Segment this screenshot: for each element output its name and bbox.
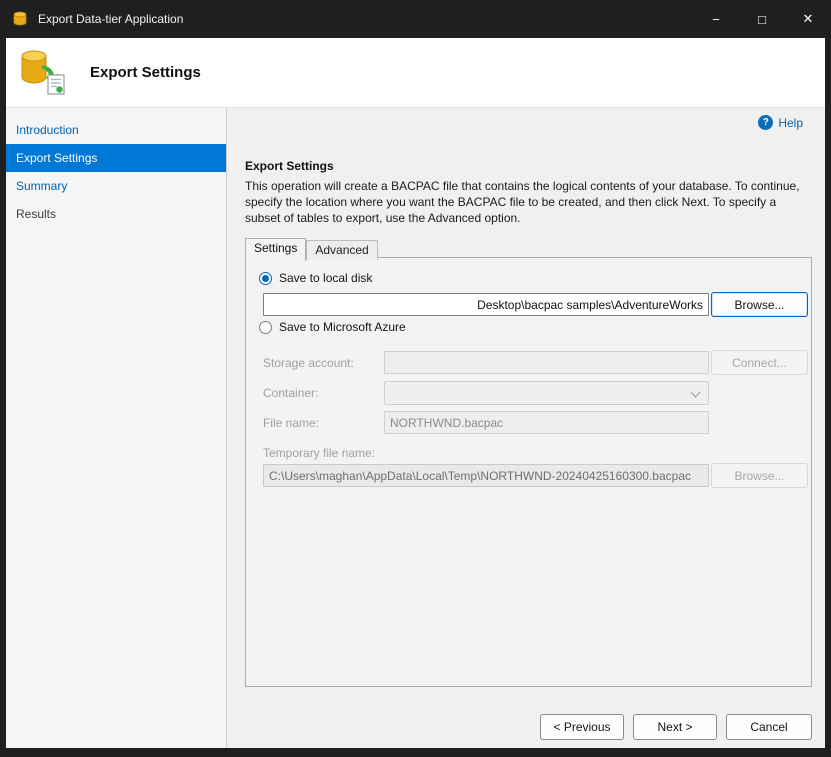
save-local-disk-radio[interactable]: Save to local disk bbox=[259, 271, 372, 285]
save-azure-radio[interactable]: Save to Microsoft Azure bbox=[259, 320, 406, 334]
sidebar-item-summary[interactable]: Summary bbox=[6, 172, 226, 200]
titlebar: Export Data-tier Application − □ ✕ bbox=[0, 0, 831, 38]
sidebar-item-introduction[interactable]: Introduction bbox=[6, 116, 226, 144]
storage-account-input[interactable] bbox=[384, 351, 709, 374]
file-name-input[interactable] bbox=[384, 411, 709, 434]
settings-tab-panel: Save to local disk Browse... Save to Mic… bbox=[245, 257, 812, 687]
help-label: Help bbox=[778, 116, 803, 130]
tab-advanced[interactable]: Advanced bbox=[306, 240, 377, 260]
connect-button[interactable]: Connect... bbox=[711, 350, 808, 375]
wizard-steps-sidebar: Introduction Export Settings Summary Res… bbox=[6, 108, 227, 748]
container-label: Container: bbox=[263, 386, 318, 400]
temp-file-name-label: Temporary file name: bbox=[263, 446, 375, 460]
previous-button[interactable]: < Previous bbox=[540, 714, 624, 740]
local-path-input[interactable] bbox=[263, 293, 709, 316]
wizard-header: Export Settings bbox=[6, 38, 825, 108]
export-data-tier-application-window: Export Data-tier Application − □ ✕ Expor… bbox=[0, 0, 831, 757]
chevron-down-icon bbox=[691, 388, 701, 398]
page-title: Export Settings bbox=[90, 64, 201, 81]
radio-unselected-icon bbox=[259, 321, 272, 334]
close-button[interactable]: ✕ bbox=[785, 0, 831, 38]
next-button[interactable]: Next > bbox=[633, 714, 717, 740]
maximize-button[interactable]: □ bbox=[739, 0, 785, 38]
minimize-button[interactable]: − bbox=[693, 0, 739, 38]
file-name-label: File name: bbox=[263, 416, 319, 430]
sidebar-item-export-settings[interactable]: Export Settings bbox=[6, 144, 226, 172]
help-icon: ? bbox=[758, 115, 773, 130]
settings-tabstrip: Settings Advanced bbox=[245, 238, 378, 260]
temp-file-name-input[interactable] bbox=[263, 464, 709, 487]
cancel-button[interactable]: Cancel bbox=[726, 714, 812, 740]
browse-local-button[interactable]: Browse... bbox=[711, 292, 808, 317]
container-select[interactable] bbox=[384, 381, 709, 405]
window-title: Export Data-tier Application bbox=[38, 12, 183, 26]
storage-account-label: Storage account: bbox=[263, 356, 354, 370]
section-description: This operation will create a BACPAC file… bbox=[245, 178, 812, 226]
section-title: Export Settings bbox=[245, 159, 334, 173]
tab-settings[interactable]: Settings bbox=[245, 238, 306, 261]
export-database-icon bbox=[18, 48, 66, 96]
database-app-icon bbox=[12, 11, 28, 27]
save-local-disk-label: Save to local disk bbox=[279, 271, 372, 285]
window-controls: − □ ✕ bbox=[693, 0, 831, 38]
wizard-main: ? Help Export Settings This operation wi… bbox=[227, 108, 825, 748]
sidebar-item-results[interactable]: Results bbox=[6, 200, 226, 228]
help-link[interactable]: ? Help bbox=[758, 115, 803, 130]
wizard-dialog: Export Settings Introduction Export Sett… bbox=[6, 38, 825, 748]
browse-temp-button[interactable]: Browse... bbox=[711, 463, 808, 488]
radio-selected-icon bbox=[259, 272, 272, 285]
save-azure-label: Save to Microsoft Azure bbox=[279, 320, 406, 334]
